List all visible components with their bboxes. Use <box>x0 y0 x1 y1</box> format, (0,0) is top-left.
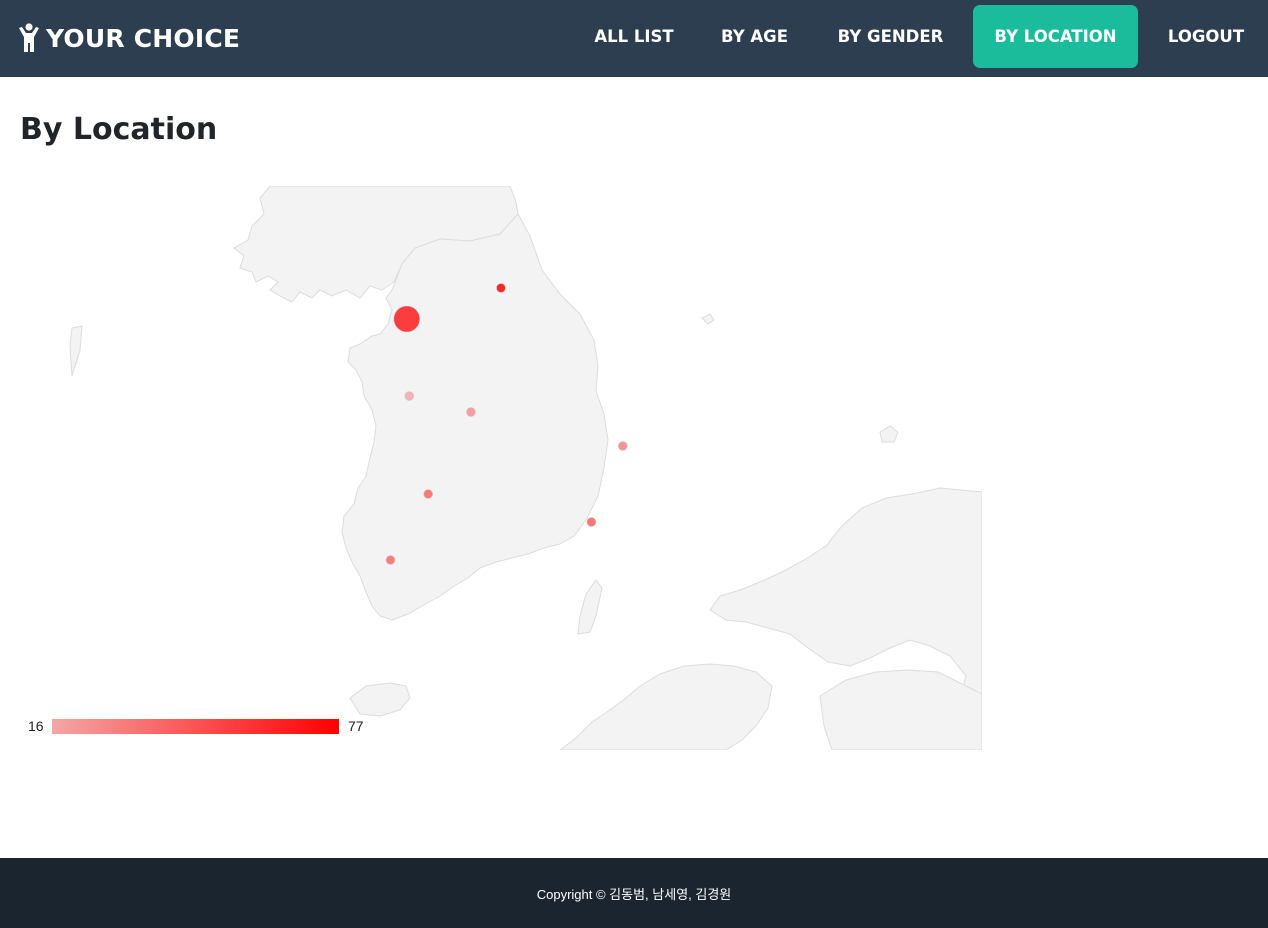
map-marker-0[interactable] <box>393 305 421 333</box>
map-marker-7[interactable] <box>385 555 396 565</box>
top-navbar: YOUR CHOICE ALL LIST BY AGE BY GENDER BY… <box>0 0 1268 77</box>
legend-gradient <box>52 719 339 734</box>
brand-title: YOUR CHOICE <box>46 23 241 53</box>
footer-copyright: Copyright © 김동범, 남세영, 김경원 <box>536 886 732 902</box>
footer: Copyright © 김동범, 남세영, 김경원 <box>0 858 1268 928</box>
map-marker-4[interactable] <box>617 441 628 451</box>
map-marker-5[interactable] <box>423 489 434 499</box>
land-japan-kyushu <box>559 663 773 750</box>
land-japan-shikoku <box>819 669 982 750</box>
land-jeju <box>349 682 411 717</box>
nav-by-gender[interactable]: BY GENDER <box>819 5 962 68</box>
legend-max-label: 77 <box>348 718 364 734</box>
land-ulleungdo <box>701 313 715 325</box>
legend-min-label: 16 <box>28 718 44 734</box>
brand-link[interactable]: YOUR CHOICE <box>18 18 240 58</box>
page-title: By Location <box>20 112 218 147</box>
color-legend-bar <box>52 719 339 734</box>
child-icon <box>19 23 39 52</box>
geo-chart-svg <box>69 186 982 750</box>
color-legend-svg <box>52 719 339 734</box>
land-oki-island <box>879 425 899 443</box>
nav-by-location[interactable]: BY LOCATION <box>973 5 1138 68</box>
geo-chart <box>20 186 982 750</box>
nav-all-list[interactable]: ALL LIST <box>578 5 690 68</box>
nav-logout[interactable]: LOGOUT <box>1150 5 1262 68</box>
land-tsushima <box>577 579 603 635</box>
land-west-islet <box>69 325 83 377</box>
map-marker-3[interactable] <box>466 407 476 417</box>
nav-by-age[interactable]: BY AGE <box>703 5 806 68</box>
map-marker-6[interactable] <box>586 517 597 527</box>
map-marker-2[interactable] <box>404 391 415 401</box>
map-marker-1[interactable] <box>496 283 506 293</box>
